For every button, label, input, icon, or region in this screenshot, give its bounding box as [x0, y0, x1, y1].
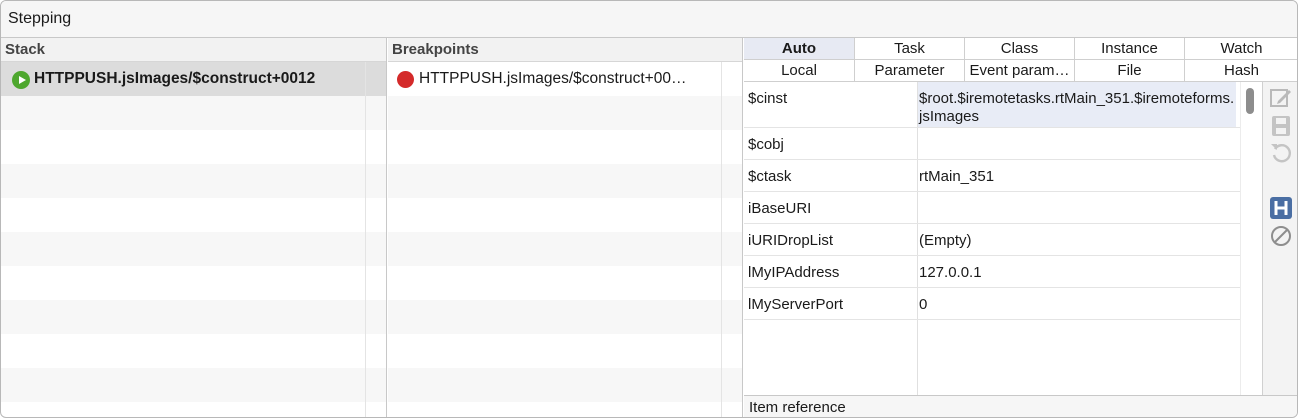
tab-class[interactable]: Class [965, 38, 1075, 60]
scrollbar-thumb[interactable] [1246, 88, 1254, 114]
stack-item[interactable]: HTTPPUSH.jsImages/$construct+0012 [1, 62, 386, 96]
variable-name: iURIDropList [748, 232, 834, 249]
variable-tabs: Auto Task Class Instance Watch Local Par… [744, 38, 1297, 82]
stack-list[interactable]: HTTPPUSH.jsImages/$construct+0012 [1, 62, 386, 417]
variable-value: $root.$iremotetasks.rtMain_351.$iremotef… [918, 82, 1236, 127]
breakpoint-dot-icon [397, 71, 414, 88]
variable-name: lMyIPAddress [748, 264, 840, 281]
tab-local[interactable]: Local [744, 60, 855, 82]
tab-file[interactable]: File [1075, 60, 1185, 82]
edit-icon[interactable] [1269, 86, 1293, 110]
variable-name: lMyServerPort [748, 296, 844, 313]
tab-instance[interactable]: Instance [1075, 38, 1185, 60]
tab-task[interactable]: Task [855, 38, 965, 60]
vertical-scrollbar[interactable] [1240, 82, 1260, 395]
stack-item-label: HTTPPUSH.jsImages/$construct+0012 [34, 70, 316, 87]
hash-icon[interactable] [1269, 196, 1293, 220]
title-bar: Stepping [1, 1, 1297, 38]
list-item [388, 334, 742, 368]
clear-icon[interactable] [1269, 224, 1293, 248]
variable-row[interactable]: $ctask rtMain_351 [744, 160, 1240, 192]
window-title: Stepping [8, 10, 72, 27]
variables-panel: Auto Task Class Instance Watch Local Par… [744, 38, 1297, 417]
list-item [388, 402, 742, 417]
variable-value: (Empty) [919, 232, 972, 249]
tab-watch[interactable]: Watch [1185, 38, 1297, 60]
variable-row[interactable]: lMyServerPort 0 [744, 288, 1240, 320]
status-text: Item reference [749, 399, 846, 416]
breakpoints-header: Breakpoints [388, 38, 742, 62]
variable-name: $ctask [748, 168, 792, 185]
list-item [388, 96, 742, 130]
list-item [1, 198, 386, 232]
list-item [1, 402, 386, 417]
variable-row[interactable]: lMyIPAddress 127.0.0.1 [744, 256, 1240, 288]
list-item [388, 368, 742, 402]
variable-row[interactable]: $cinst $root.$iremotetasks.rtMain_351.$i… [744, 82, 1240, 128]
variable-row[interactable]: $cobj [744, 128, 1240, 160]
breakpoints-list[interactable]: HTTPPUSH.jsImages/$construct+00… [388, 62, 742, 417]
tab-parameter[interactable]: Parameter [855, 60, 965, 82]
list-item [1, 130, 386, 164]
tab-event-parameters[interactable]: Event param… [965, 60, 1075, 82]
variable-name: $cinst [748, 90, 788, 107]
list-item [388, 232, 742, 266]
stack-panel: Stack HTTPPUSH.jsImages/$construct+0012 [1, 38, 387, 417]
breakpoint-item-label: HTTPPUSH.jsImages/$construct+00… [419, 70, 687, 87]
variable-row[interactable]: iBaseURI [744, 192, 1240, 224]
list-item [388, 130, 742, 164]
stepping-window: Stepping Stack HTTPPUSH.jsImages/$constr… [0, 0, 1298, 418]
list-item [1, 164, 386, 198]
list-item [388, 164, 742, 198]
list-item [388, 300, 742, 334]
list-item [388, 266, 742, 300]
play-icon [12, 71, 30, 89]
list-item [1, 334, 386, 368]
breakpoints-panel: Breakpoints HTTPPUSH.jsImages/$construct… [388, 38, 743, 417]
list-item [1, 96, 386, 130]
variable-toolbar [1262, 82, 1297, 395]
variable-value: 127.0.0.1 [919, 264, 982, 281]
list-item [1, 300, 386, 334]
tab-hash[interactable]: Hash [1185, 60, 1297, 82]
list-item [1, 232, 386, 266]
list-item [1, 266, 386, 300]
stack-header: Stack [1, 38, 386, 62]
variable-row[interactable]: iURIDropList (Empty) [744, 224, 1240, 256]
status-bar: Item reference [744, 395, 1297, 417]
variable-value: 0 [919, 296, 928, 313]
variable-value: rtMain_351 [919, 168, 995, 185]
variables-grid[interactable]: $cinst $root.$iremotetasks.rtMain_351.$i… [744, 82, 1262, 395]
variable-name: iBaseURI [748, 200, 812, 217]
save-icon[interactable] [1269, 114, 1293, 138]
list-item [1, 368, 386, 402]
tab-auto[interactable]: Auto [744, 38, 855, 60]
variable-name: $cobj [748, 136, 784, 153]
list-item [388, 198, 742, 232]
revert-icon[interactable] [1269, 140, 1293, 164]
breakpoint-item[interactable]: HTTPPUSH.jsImages/$construct+00… [388, 62, 742, 96]
